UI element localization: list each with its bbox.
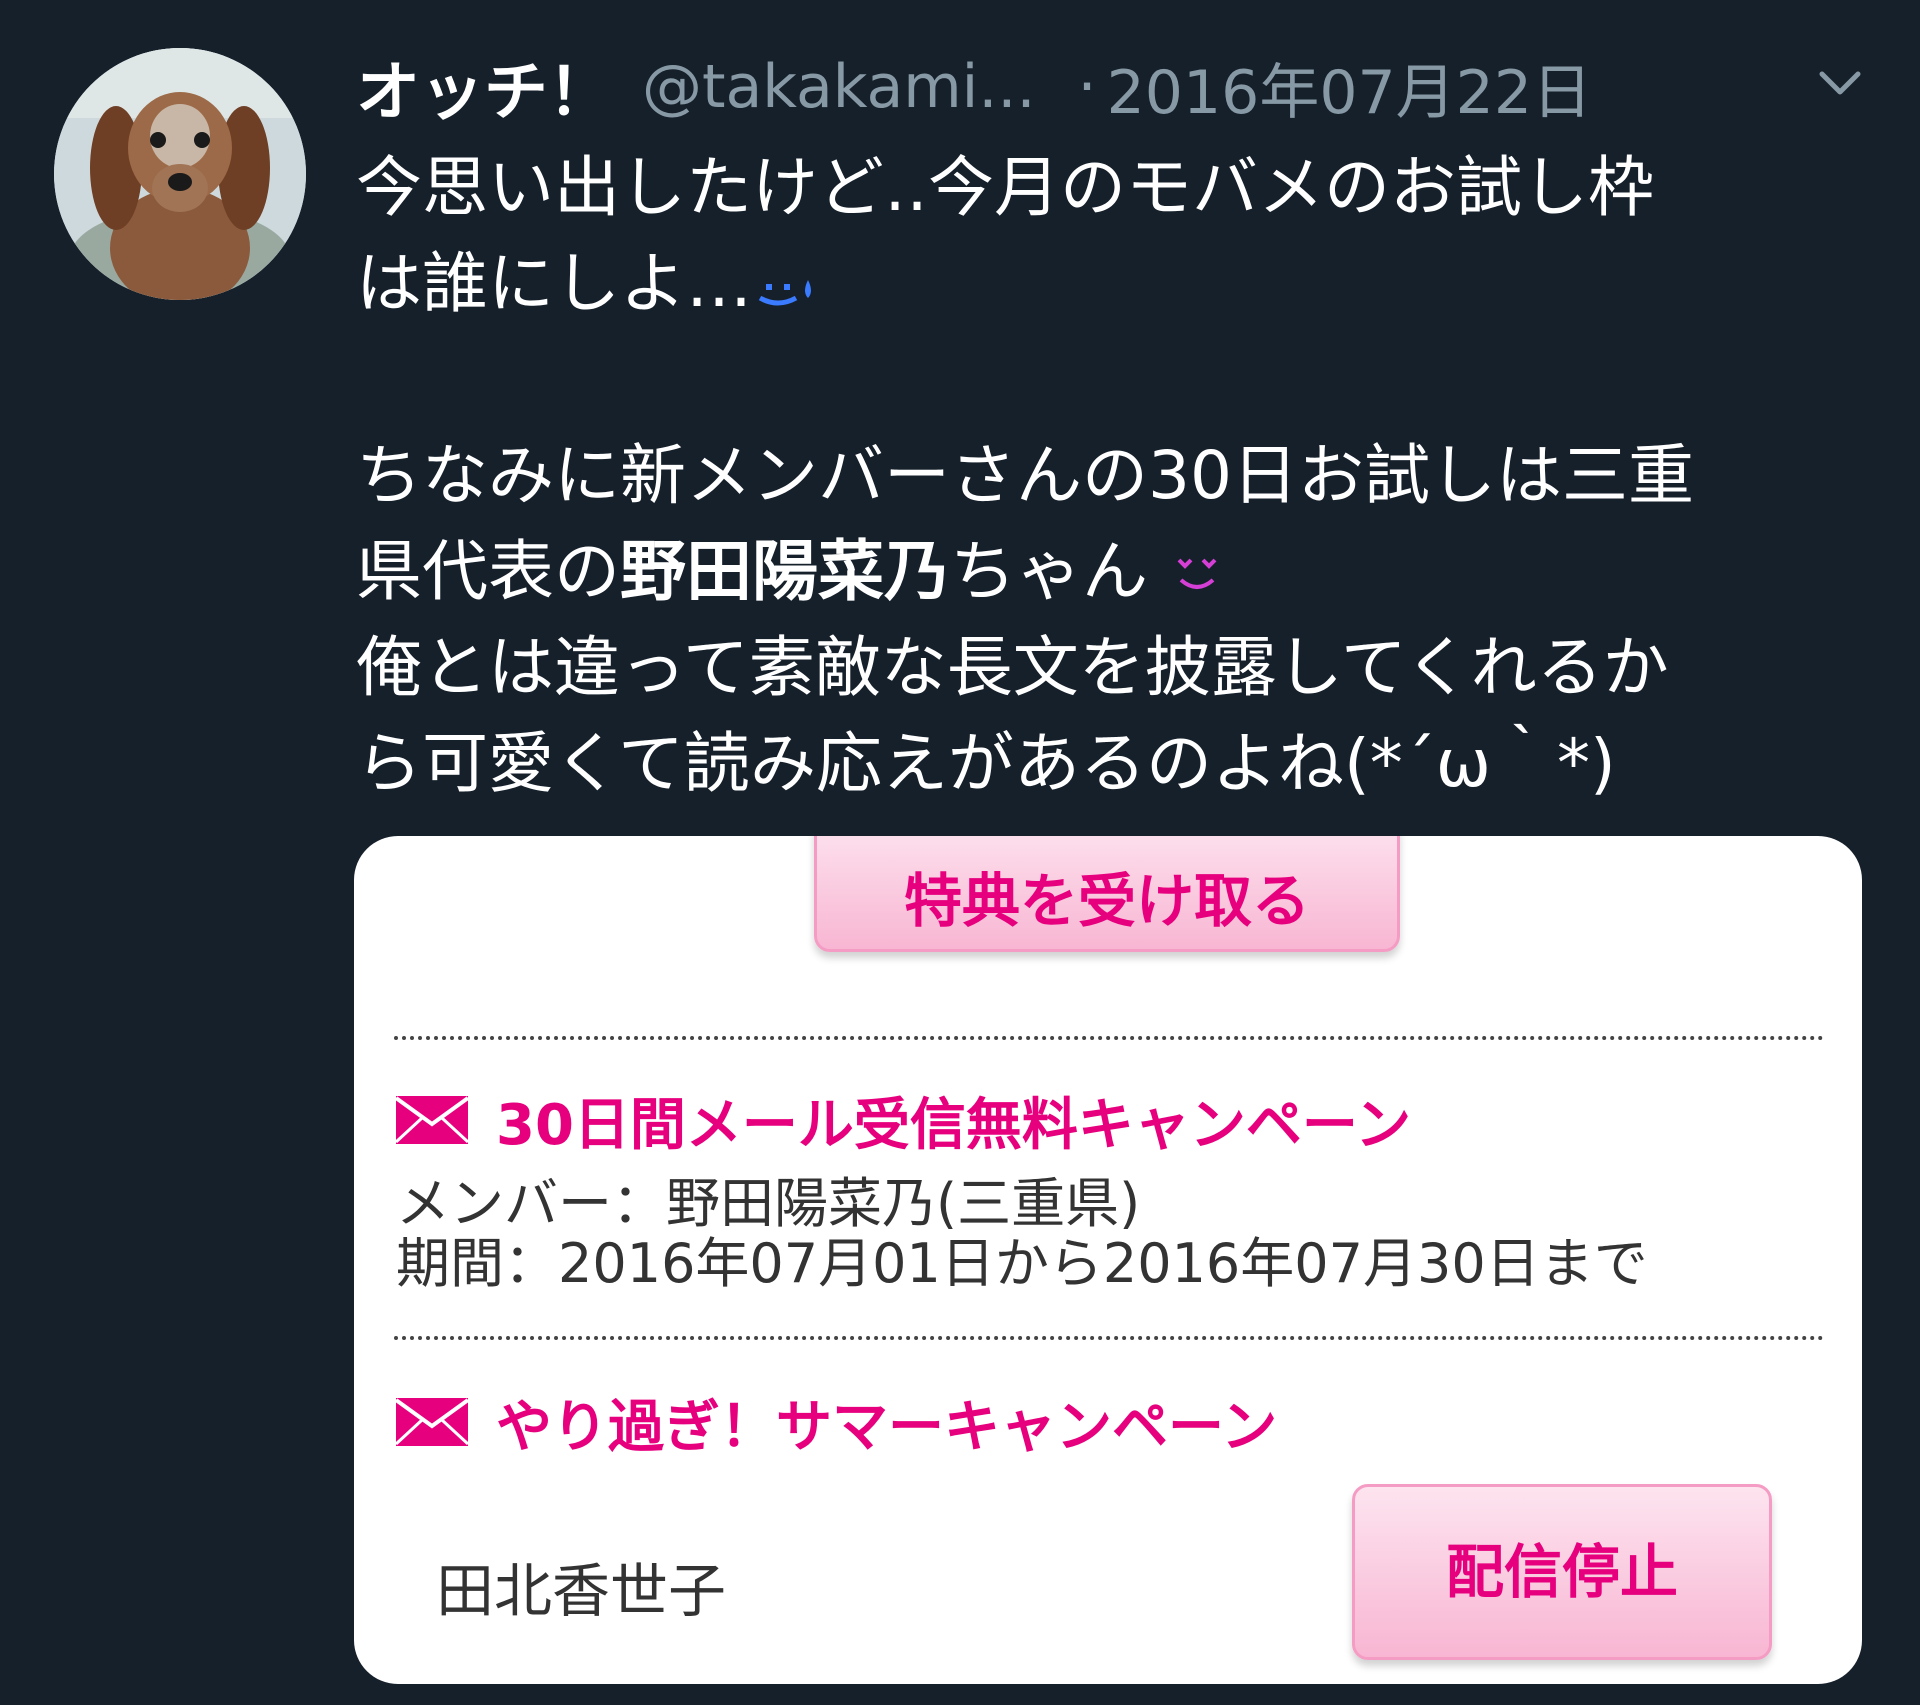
- campaign-title: 30日間メール受信無料キャンペーン: [394, 1080, 1411, 1160]
- dog-avatar-image: [54, 48, 306, 300]
- display-name[interactable]: オッチ！: [356, 41, 612, 133]
- campaign-member-name: 田北香世子: [436, 1557, 727, 1625]
- tweet-line: 今思い出したけど‥今月のモバメのお試し枠: [356, 149, 1655, 226]
- sweat-smile-emoji: [758, 279, 811, 306]
- user-handle[interactable]: @takakami...: [642, 52, 1036, 122]
- avatar[interactable]: [54, 48, 306, 300]
- campaign-title: やり過ぎ！サマーキャンペーン: [394, 1382, 1277, 1462]
- heart-eyes-emoji: [1177, 558, 1217, 589]
- envelope-icon: [394, 1096, 470, 1144]
- tweet-date[interactable]: 2016年07月22日: [1107, 44, 1592, 131]
- dotted-divider: [394, 1336, 1824, 1340]
- tweet-text: 今思い出したけど‥今月のモバメのお試し枠 は誰にしよ… ちなみに新メンバーさんの…: [356, 140, 1876, 812]
- attached-image-card[interactable]: 特典を受け取る 30日間メール受信無料キャンペーン メンバー：野田陽菜乃(三重県…: [354, 836, 1862, 1684]
- tweet-line: ら可愛くて読み応えがあるのよね(*´ω｀*): [356, 725, 1616, 802]
- campaign-title-text: 30日間メール受信無料キャンペーン: [496, 1092, 1412, 1158]
- dotted-divider: [394, 1036, 1824, 1040]
- tweet-line: 俺とは違って素敵な長文を披露してくれるか: [356, 629, 1669, 706]
- tweet-line: 県代表の野田陽菜乃ちゃん: [356, 524, 1876, 620]
- tweet-line-text: ちゃん: [950, 533, 1148, 610]
- receive-benefit-button[interactable]: 特典を受け取る: [814, 836, 1400, 952]
- stop-delivery-button[interactable]: 配信停止: [1352, 1484, 1772, 1660]
- member-name-bold: 野田陽菜乃: [620, 533, 950, 610]
- envelope-icon: [394, 1398, 470, 1446]
- tweet-line-text: 県代表の: [356, 533, 620, 610]
- campaign-period: 期間：2016年07月01日から2016年07月30日まで: [396, 1232, 1648, 1295]
- chevron-down-icon[interactable]: [1814, 64, 1866, 104]
- tweet-line: ちなみに新メンバーさんの30日お試しは三重: [356, 437, 1694, 514]
- tweet-header: オッチ！ @takakami... · 2016年07月22日: [356, 42, 1876, 132]
- campaign-details: メンバー：野田陽菜乃(三重県) 期間：2016年07月01日から2016年07月…: [396, 1174, 1648, 1294]
- tweet-line: は誰にしよ…: [356, 236, 1876, 332]
- separator-dot: ·: [1077, 52, 1097, 122]
- campaign-member: メンバー：野田陽菜乃(三重県): [396, 1172, 1141, 1235]
- tweet-line-text: は誰にしよ…: [356, 245, 752, 322]
- campaign-title-text: やり過ぎ！サマーキャンペーン: [496, 1394, 1278, 1460]
